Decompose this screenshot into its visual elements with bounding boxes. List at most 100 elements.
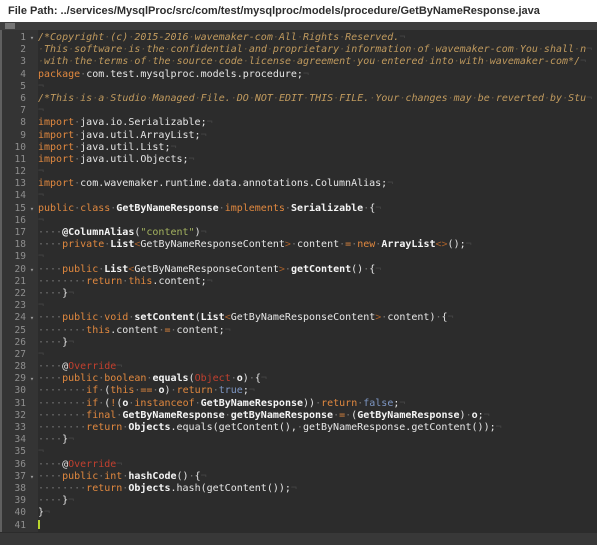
code-text[interactable]: ········return·this.content;¬ — [38, 276, 597, 288]
code-text[interactable]: ¬ — [38, 81, 597, 93]
code-text[interactable]: ····}¬ — [38, 434, 597, 446]
code-text[interactable]: ·with·the·terms·of·the·source·code·licen… — [38, 56, 597, 68]
code-text[interactable]: ········final·GetByNameResponse·getByNam… — [38, 410, 597, 422]
code-line[interactable]: 26····}¬ — [0, 337, 597, 349]
code-text[interactable]: }¬ — [38, 507, 597, 519]
code-line[interactable]: 17····@ColumnAlias("content")¬ — [0, 227, 597, 239]
code-line[interactable]: 40}¬ — [0, 507, 597, 519]
whitespace-dots: · — [249, 93, 255, 104]
code-text[interactable]: import·java.util.Objects;¬ — [38, 154, 597, 166]
code-text[interactable]: ········if·(!(o·instanceof·GetByNameResp… — [38, 398, 597, 410]
code-text[interactable]: import·java.util.ArrayList;¬ — [38, 130, 597, 142]
code-text[interactable]: ····private·List<GetByNameResponseConten… — [38, 239, 597, 251]
code-line[interactable]: 41 — [0, 520, 597, 532]
code-text[interactable]: ········if·(this·==·o)·return·true;¬ — [38, 385, 597, 397]
code-line[interactable]: 31········if·(!(o·instanceof·GetByNameRe… — [0, 398, 597, 410]
code-line[interactable]: 6/*This·is·a·Studio·Managed·File.·DO·NOT… — [0, 93, 597, 105]
code-text[interactable]: ¬ — [38, 446, 597, 458]
whitespace-dots: · — [122, 471, 128, 482]
code-line[interactable]: 18····private·List<GetByNameResponseCont… — [0, 239, 597, 251]
code-line[interactable]: 23¬ — [0, 300, 597, 312]
fold-arrow-icon[interactable]: ▾ — [26, 264, 38, 276]
code-line[interactable]: 9import·java.util.ArrayList;¬ — [0, 130, 597, 142]
fold-arrow-icon[interactable]: ▾ — [26, 312, 38, 324]
code-text[interactable]: ····}¬ — [38, 337, 597, 349]
code-line[interactable]: 1▾/*Copyright·(c)·2015-2016·wavemaker-co… — [0, 32, 597, 44]
code-line[interactable]: 16¬ — [0, 215, 597, 227]
code-text[interactable]: ¬ — [38, 105, 597, 117]
code-line[interactable]: 19¬ — [0, 251, 597, 263]
code-line[interactable]: 27 ¬ — [0, 349, 597, 361]
code-text[interactable]: ····@ColumnAlias("content")¬ — [38, 227, 597, 239]
code-text[interactable]: ········return·Objects.hash(getContent()… — [38, 483, 597, 495]
code-line[interactable]: 29▾····public·boolean·equals(Object·o)·{… — [0, 373, 597, 385]
code-line[interactable]: 24▾····public·void·setContent(List<GetBy… — [0, 312, 597, 324]
code-text[interactable]: import·java.io.Serializable;¬ — [38, 117, 597, 129]
code-text[interactable]: /*This·is·a·Studio·Managed·File.·DO·NOT·… — [38, 93, 597, 105]
code-line[interactable]: 32········final·GetByNameResponse·getByN… — [0, 410, 597, 422]
code-line[interactable]: 5¬ — [0, 81, 597, 93]
code-line[interactable]: 8import·java.io.Serializable;¬ — [0, 117, 597, 129]
code-line[interactable]: 34····}¬ — [0, 434, 597, 446]
code-line[interactable]: 15▾public·class·GetByNameResponse·implem… — [0, 203, 597, 215]
fold-spacer — [26, 385, 38, 397]
code-text[interactable]: ¬ — [38, 166, 597, 178]
code-area[interactable]: 1▾/*Copyright·(c)·2015-2016·wavemaker-co… — [0, 30, 597, 532]
code-line[interactable]: 2·This·software·is·the·confidential·and·… — [0, 44, 597, 56]
fold-arrow-icon[interactable]: ▾ — [26, 373, 38, 385]
code-text[interactable]: ····public·boolean·equals(Object·o)·{¬ — [38, 373, 597, 385]
code-text[interactable]: ¬ — [38, 190, 597, 202]
code-text[interactable]: import·java.util.List;¬ — [38, 142, 597, 154]
code-line[interactable]: 37▾····public·int·hashCode()·{¬ — [0, 471, 597, 483]
code-line[interactable]: 4package·com.test.mysqlproc.models.proce… — [0, 69, 597, 81]
code-text[interactable]: ····public·void·setContent(List<GetByNam… — [38, 312, 597, 324]
code-text[interactable]: ····public·List<GetByNameResponseContent… — [38, 264, 597, 276]
code-line[interactable]: 10import·java.util.List;¬ — [0, 142, 597, 154]
code-line[interactable]: 22····}¬ — [0, 288, 597, 300]
code-text[interactable]: ¬ — [38, 215, 597, 227]
code-text[interactable]: ¬ — [38, 349, 597, 361]
line-number: 27 — [0, 349, 26, 361]
code-text[interactable]: public·class·GetByNameResponse·implement… — [38, 203, 597, 215]
whitespace-dots: · — [98, 385, 104, 396]
code-text[interactable]: ····public·int·hashCode()·{¬ — [38, 471, 597, 483]
code-text[interactable]: ········return·Objects.equals(getContent… — [38, 422, 597, 434]
code-text[interactable]: /*Copyright·(c)·2015-2016·wavemaker-com·… — [38, 32, 597, 44]
code-line[interactable]: 28····@Override¬ — [0, 361, 597, 373]
code-editor[interactable]: 1▾/*Copyright·(c)·2015-2016·wavemaker-co… — [0, 22, 597, 545]
code-text[interactable]: ¬ — [38, 251, 597, 263]
fold-arrow-icon[interactable]: ▾ — [26, 203, 38, 215]
line-number: 35 — [0, 446, 26, 458]
code-line[interactable]: 25········this.content·=·content;¬ — [0, 325, 597, 337]
whitespace-dots: · — [122, 44, 128, 55]
code-text[interactable]: ····@Override¬ — [38, 361, 597, 373]
code-line[interactable]: 21········return·this.content;¬ — [0, 276, 597, 288]
code-line[interactable]: 13import·com.wavemaker.runtime.data.anno… — [0, 178, 597, 190]
code-line[interactable]: 38········return·Objects.hash(getContent… — [0, 483, 597, 495]
code-line[interactable]: 12¬ — [0, 166, 597, 178]
code-line[interactable]: 3·with·the·terms·of·the·source·code·lice… — [0, 56, 597, 68]
code-text[interactable]: ········this.content·=·content;¬ — [38, 325, 597, 337]
code-line[interactable]: 14¬ — [0, 190, 597, 202]
code-line[interactable]: 39····}¬ — [0, 495, 597, 507]
code-text[interactable]: import·com.wavemaker.runtime.data.annota… — [38, 178, 597, 190]
code-line[interactable]: 11import·java.util.Objects;¬ — [0, 154, 597, 166]
code-line[interactable]: 30········if·(this·==·o)·return·true;¬ — [0, 385, 597, 397]
code-line[interactable]: 7¬ — [0, 105, 597, 117]
code-text[interactable]: ¬ — [38, 300, 597, 312]
fold-spacer — [26, 507, 38, 519]
code-text[interactable]: ····@Override¬ — [38, 459, 597, 471]
code-line[interactable]: 35 ¬ — [0, 446, 597, 458]
code-line[interactable]: 36····@Override¬ — [0, 459, 597, 471]
whitespace-dots: · — [291, 56, 297, 67]
code-text[interactable]: ·This·software·is·the·confidential·and·p… — [38, 44, 597, 56]
code-line[interactable]: 20▾····public·List<GetByNameResponseCont… — [0, 264, 597, 276]
code-line[interactable]: 33········return·Objects.equals(getConte… — [0, 422, 597, 434]
editor-top-band — [0, 22, 597, 30]
code-text[interactable] — [38, 520, 597, 532]
code-text[interactable]: package·com.test.mysqlproc.models.proced… — [38, 69, 597, 81]
code-text[interactable]: ····}¬ — [38, 288, 597, 300]
fold-arrow-icon[interactable]: ▾ — [26, 32, 38, 44]
code-text[interactable]: ····}¬ — [38, 495, 597, 507]
fold-arrow-icon[interactable]: ▾ — [26, 471, 38, 483]
